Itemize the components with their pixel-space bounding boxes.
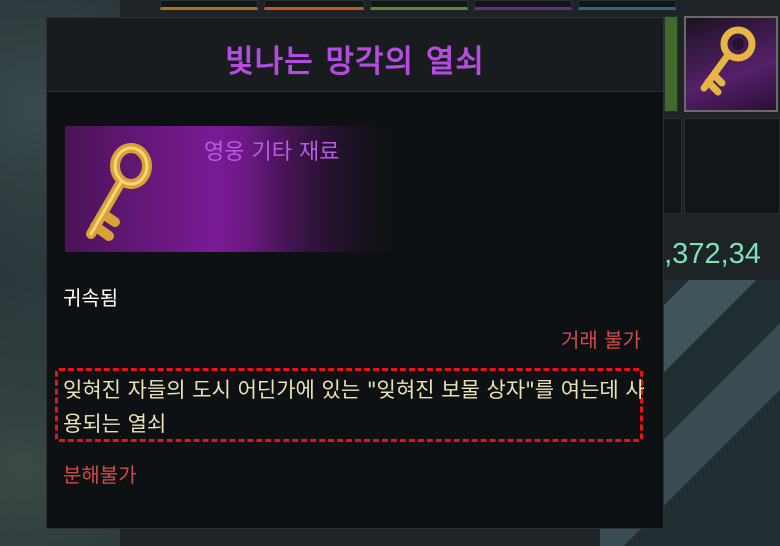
inventory-slot[interactable] (664, 16, 678, 112)
dismantle-status: 분해불가 (63, 463, 137, 487)
inventory-slot[interactable] (684, 118, 780, 214)
gold-amount: 2,372,34 (648, 238, 761, 270)
item-description: 잊혀진 자들의 도시 어딘가에 있는 "잊혀진 보물 상자"를 여는데 사용되는… (63, 378, 645, 436)
inventory-slot[interactable] (474, 0, 572, 10)
inventory-slot[interactable] (160, 0, 258, 10)
item-name: 빛나는 망각의 열쇠 (225, 44, 485, 80)
trade-status: 거래 불가 (561, 328, 641, 352)
inventory-slot[interactable] (578, 0, 676, 10)
inventory-slot-key[interactable] (684, 16, 778, 112)
inventory-slot[interactable] (370, 0, 468, 10)
inventory-slot[interactable] (264, 0, 364, 10)
item-tooltip: 빛나는 망각의 열쇠 영웅 기타 재료 귀속됨 거래 불가 잊혀진 자들의 도시… (46, 17, 664, 529)
golden-key-icon (700, 26, 756, 96)
tooltip-header: 빛나는 망각의 열쇠 (47, 18, 663, 92)
item-grade-category: 영웅 기타 재료 (204, 140, 340, 165)
bound-status: 귀속됨 (63, 286, 119, 310)
golden-key-icon (86, 143, 152, 241)
